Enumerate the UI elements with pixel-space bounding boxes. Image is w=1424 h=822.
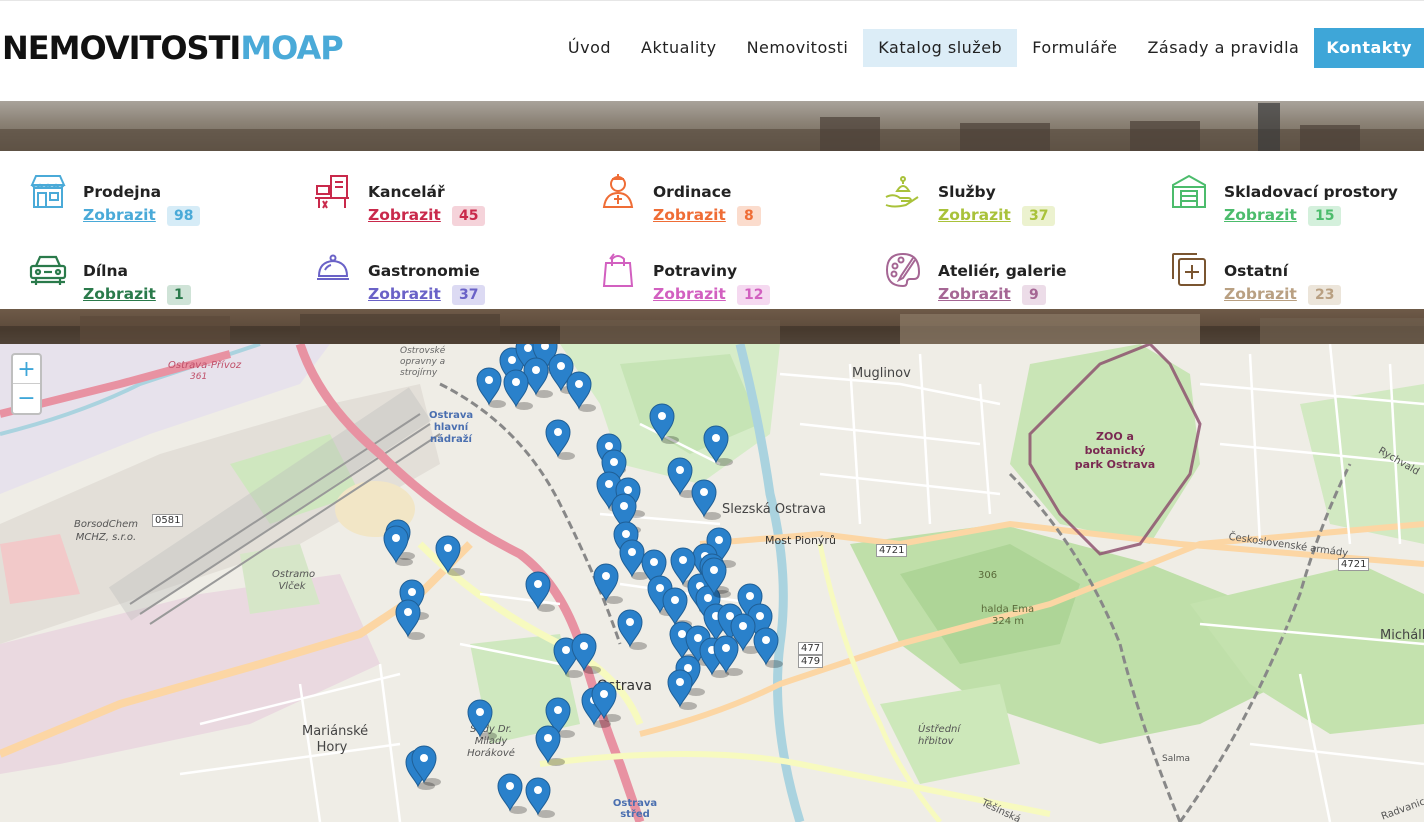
category-title: Kancelář: [368, 183, 445, 201]
property-marker[interactable]: [476, 367, 506, 408]
category-sluzby: Služby Zobrazit 37: [881, 169, 1166, 229]
category-potraviny: Potraviny Zobrazit 12: [596, 248, 881, 308]
category-count-badge: 23: [1308, 285, 1342, 305]
category-show-link[interactable]: Zobrazit: [83, 285, 156, 303]
property-marker[interactable]: [435, 535, 465, 576]
warehouse-icon: [1167, 169, 1211, 213]
property-marker[interactable]: [662, 587, 692, 628]
category-title: Ordinace: [653, 183, 732, 201]
add-box-icon: [1167, 248, 1211, 292]
category-count-badge: 9: [1022, 285, 1046, 305]
property-marker[interactable]: [691, 479, 721, 520]
nav-zasady[interactable]: Zásady a pravidla: [1132, 29, 1314, 67]
category-title: Gastronomie: [368, 262, 480, 280]
doctor-icon: [596, 169, 640, 213]
property-marker[interactable]: [649, 403, 679, 444]
category-dilna: Dílna Zobrazit 1: [26, 248, 311, 308]
category-show-link[interactable]: Zobrazit: [368, 285, 441, 303]
category-show-link[interactable]: Zobrazit: [1224, 206, 1297, 224]
property-marker[interactable]: [545, 419, 575, 460]
shop-icon: [26, 169, 70, 213]
main-nav: Úvod Aktuality Nemovitosti Katalog služe…: [553, 28, 1424, 68]
category-count-badge: 37: [452, 285, 486, 305]
category-title: Služby: [938, 183, 996, 201]
nav-nemovitosti[interactable]: Nemovitosti: [732, 29, 864, 67]
category-title: Potraviny: [653, 262, 738, 280]
category-show-link[interactable]: Zobrazit: [1224, 285, 1297, 303]
office-icon: [311, 169, 355, 213]
logo-text-accent: MOAP: [240, 29, 343, 67]
property-marker[interactable]: [593, 563, 623, 604]
property-marker[interactable]: [617, 609, 647, 650]
hero-photo-top: [0, 101, 1424, 151]
car-icon: [26, 248, 70, 292]
category-show-link[interactable]: Zobrazit: [938, 206, 1011, 224]
category-count-badge: 15: [1308, 206, 1342, 226]
category-count-badge: 1: [167, 285, 191, 305]
category-title: Skladovací prostory: [1224, 183, 1398, 201]
property-marker[interactable]: [566, 371, 596, 412]
category-grid: Prodejna Zobrazit 98 Kancelář Zobrazit 4…: [0, 151, 1424, 309]
zoom-in-button[interactable]: +: [13, 355, 40, 384]
map-markers: [383, 344, 783, 818]
category-count-badge: 8: [737, 206, 761, 226]
category-ordinace: Ordinace Zobrazit 8: [596, 169, 881, 229]
category-gastronomie: Gastronomie Zobrazit 37: [311, 248, 596, 308]
logo-text-dark: NEMOVITOSTI: [2, 29, 241, 67]
category-show-link[interactable]: Zobrazit: [83, 206, 156, 224]
category-count-badge: 12: [737, 285, 771, 305]
category-kancelar: Kancelář Zobrazit 45: [311, 169, 596, 229]
site-logo[interactable]: NEMOVITOSTIMOAP: [2, 29, 344, 67]
category-show-link[interactable]: Zobrazit: [653, 206, 726, 224]
nav-formulare[interactable]: Formuláře: [1017, 29, 1132, 67]
property-marker[interactable]: [703, 425, 733, 466]
nav-kontakty-button[interactable]: Kontakty: [1314, 28, 1424, 68]
property-marker[interactable]: [525, 777, 555, 818]
map-zoom-control: + −: [11, 353, 42, 415]
nav-katalog-sluzeb[interactable]: Katalog služeb: [863, 29, 1018, 67]
category-atelier-galerie: Ateliér, galerie Zobrazit 9: [881, 248, 1166, 308]
category-skladovaci-prostory: Skladovací prostory Zobrazit 15: [1167, 169, 1424, 229]
property-marker[interactable]: [571, 633, 601, 674]
category-title: Dílna: [83, 262, 128, 280]
category-prodejna: Prodejna Zobrazit 98: [26, 169, 311, 229]
hero-photo-bottom: [0, 309, 1424, 344]
category-count-badge: 98: [167, 206, 201, 226]
property-marker[interactable]: [467, 699, 497, 740]
property-marker[interactable]: [753, 627, 783, 668]
category-count-badge: 45: [452, 206, 486, 226]
category-title: Ateliér, galerie: [938, 262, 1067, 280]
palette-icon: [881, 248, 925, 292]
service-icon: [881, 169, 925, 213]
zoom-out-button[interactable]: −: [13, 384, 40, 413]
nav-aktuality[interactable]: Aktuality: [626, 29, 732, 67]
grocery-bag-icon: [596, 248, 640, 292]
category-ostatni: Ostatní Zobrazit 23: [1167, 248, 1424, 308]
category-show-link[interactable]: Zobrazit: [653, 285, 726, 303]
property-marker[interactable]: [525, 571, 555, 612]
site-header: NEMOVITOSTIMOAP Úvod Aktuality Nemovitos…: [0, 0, 1424, 101]
nav-uvod[interactable]: Úvod: [553, 29, 626, 67]
property-marker[interactable]: [497, 773, 527, 814]
category-count-badge: 37: [1022, 206, 1056, 226]
property-map[interactable]: Muglinov Ostrava-Přívoz 361 Ostrovské op…: [0, 344, 1424, 822]
property-marker[interactable]: [395, 599, 425, 640]
category-show-link[interactable]: Zobrazit: [368, 206, 441, 224]
category-show-link[interactable]: Zobrazit: [938, 285, 1011, 303]
category-title: Prodejna: [83, 183, 162, 201]
category-title: Ostatní: [1224, 262, 1289, 280]
cloche-icon: [311, 248, 355, 292]
